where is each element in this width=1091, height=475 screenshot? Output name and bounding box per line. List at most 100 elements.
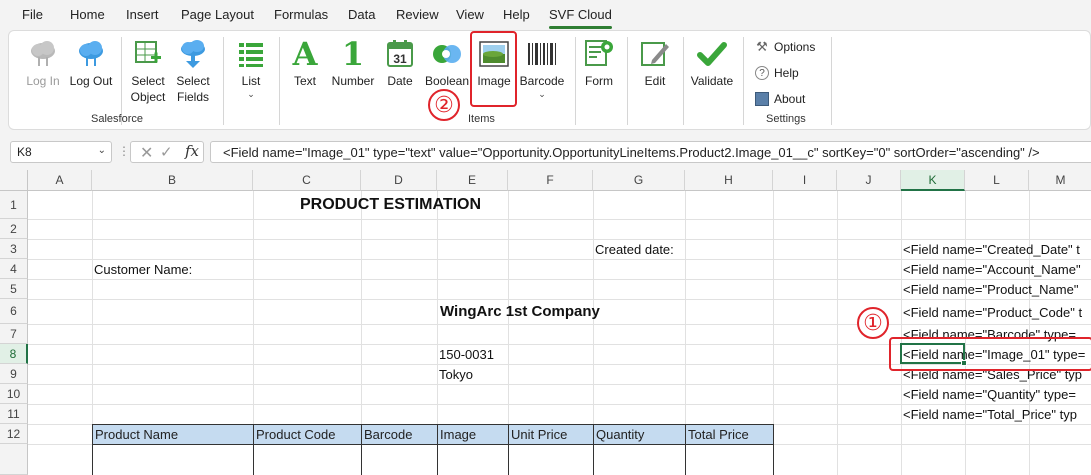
row-header[interactable]: 6 bbox=[0, 299, 28, 324]
column-header[interactable]: M bbox=[1029, 170, 1091, 191]
column-header[interactable]: E bbox=[437, 170, 508, 191]
barcode-button[interactable]: Barcode ⌄ bbox=[517, 31, 567, 111]
row-header[interactable]: 5 bbox=[0, 279, 28, 299]
row-header-selected[interactable]: 8 bbox=[0, 344, 28, 364]
table-cell[interactable] bbox=[593, 445, 686, 475]
menu-insert[interactable]: Insert bbox=[126, 7, 159, 22]
company-name: WingArc 1st Company bbox=[440, 303, 600, 320]
settings-group-label: Settings bbox=[766, 113, 806, 125]
row-header[interactable] bbox=[0, 444, 28, 475]
chevron-down-icon: ⌄ bbox=[97, 145, 106, 156]
menu-formulas[interactable]: Formulas bbox=[274, 7, 328, 22]
menu-help[interactable]: Help bbox=[503, 7, 530, 22]
logout-button[interactable]: Log Out bbox=[67, 31, 115, 111]
menu-view[interactable]: View bbox=[456, 7, 484, 22]
menu-bar: File Home Insert Page Layout Formulas Da… bbox=[0, 0, 1091, 30]
menu-page-layout[interactable]: Page Layout bbox=[181, 7, 254, 22]
text-a-icon: A bbox=[292, 35, 318, 73]
field-cell[interactable]: <Field name="Quantity" type= bbox=[903, 386, 1076, 404]
table-header: Product Code bbox=[253, 424, 362, 445]
column-header-selected[interactable]: K bbox=[901, 170, 965, 191]
column-header[interactable]: D bbox=[361, 170, 437, 191]
checkmark-icon bbox=[695, 37, 729, 71]
table-header: Image bbox=[437, 424, 509, 445]
options-button[interactable]: ⚒ Options bbox=[755, 37, 815, 57]
field-cell[interactable]: <Field name="Account_Name" bbox=[903, 261, 1081, 279]
ribbon: Log In Log Out Select Object Select Fiel… bbox=[8, 30, 1091, 130]
validate-button[interactable]: Validate bbox=[689, 31, 735, 111]
created-date-label: Created date: bbox=[595, 242, 674, 257]
edit-button[interactable]: Edit bbox=[635, 31, 675, 111]
number-button[interactable]: 1 Number bbox=[327, 31, 379, 111]
menu-review[interactable]: Review bbox=[396, 7, 439, 22]
column-header[interactable]: H bbox=[685, 170, 773, 191]
row-header[interactable]: 12 bbox=[0, 424, 28, 444]
barcode-icon bbox=[525, 37, 559, 71]
table-cell[interactable] bbox=[437, 445, 509, 475]
row-header[interactable]: 1 bbox=[0, 191, 28, 219]
customer-name-label: Customer Name: bbox=[94, 262, 193, 277]
menu-home[interactable]: Home bbox=[70, 7, 105, 22]
wrench-icon: ⚒ bbox=[756, 39, 768, 54]
form-button[interactable]: Form bbox=[579, 31, 619, 111]
table-header: Unit Price bbox=[508, 424, 594, 445]
table-cell[interactable] bbox=[92, 445, 254, 475]
menu-svf-cloud[interactable]: SVF Cloud bbox=[549, 7, 612, 22]
select-object-button[interactable]: Select Object bbox=[125, 31, 171, 111]
column-header[interactable]: A bbox=[28, 170, 92, 191]
row-header[interactable]: 9 bbox=[0, 364, 28, 384]
row-header[interactable]: 11 bbox=[0, 404, 28, 424]
menu-file[interactable]: File bbox=[22, 7, 43, 22]
form-gear-icon bbox=[582, 37, 616, 71]
column-header[interactable]: I bbox=[773, 170, 837, 191]
login-button[interactable]: Log In bbox=[23, 31, 63, 111]
field-cell[interactable]: <Field name="Total_Price" typ bbox=[903, 406, 1077, 424]
help-circle-icon: ? bbox=[755, 66, 769, 80]
svg-text:31: 31 bbox=[393, 52, 407, 66]
select-fields-button[interactable]: Select Fields bbox=[171, 31, 215, 111]
help-button[interactable]: ? Help bbox=[755, 63, 799, 83]
row-header[interactable]: 4 bbox=[0, 259, 28, 279]
column-header[interactable]: G bbox=[593, 170, 685, 191]
menu-data[interactable]: Data bbox=[348, 7, 375, 22]
insert-function-icon[interactable]: fx bbox=[185, 142, 199, 160]
column-header[interactable]: C bbox=[253, 170, 361, 191]
chevron-down-icon: ⌄ bbox=[247, 89, 255, 99]
column-header[interactable]: B bbox=[92, 170, 253, 191]
field-cell[interactable]: <Field name="Created_Date" t bbox=[903, 241, 1080, 259]
select-all-corner[interactable] bbox=[0, 170, 28, 191]
row-header[interactable]: 3 bbox=[0, 239, 28, 259]
about-info-icon bbox=[755, 92, 769, 106]
field-cell[interactable]: <Field name="Product_Code" t bbox=[903, 304, 1082, 322]
about-button[interactable]: About bbox=[755, 89, 805, 109]
table-header: Quantity bbox=[593, 424, 686, 445]
formula-input[interactable]: <Field name="Image_01" type="text" value… bbox=[210, 141, 1091, 163]
table-cell[interactable] bbox=[361, 445, 438, 475]
table-cell[interactable] bbox=[253, 445, 362, 475]
field-cell[interactable]: <Field name="Product_Name" bbox=[903, 281, 1078, 299]
name-box[interactable]: K8 ⌄ bbox=[10, 141, 112, 163]
postal-code: 150-0031 bbox=[439, 347, 494, 362]
cloud-login-icon bbox=[26, 37, 60, 71]
row-header[interactable]: 2 bbox=[0, 219, 28, 239]
table-header: Product Name bbox=[92, 424, 254, 445]
confirm-check-icon[interactable]: ✓ bbox=[160, 143, 173, 161]
row-header[interactable]: 10 bbox=[0, 384, 28, 404]
column-header[interactable]: L bbox=[965, 170, 1029, 191]
cloud-download-icon bbox=[176, 37, 210, 71]
text-button[interactable]: A Text bbox=[285, 31, 325, 111]
cancel-icon[interactable]: ✕ bbox=[140, 143, 153, 163]
column-header[interactable]: F bbox=[508, 170, 593, 191]
column-header[interactable]: J bbox=[837, 170, 901, 191]
table-cell[interactable] bbox=[685, 445, 774, 475]
list-button[interactable]: List ⌄ bbox=[231, 31, 271, 111]
spreadsheet-grid: A B C D E F G H I J K L M 1 2 3 4 5 6 7 … bbox=[0, 170, 1091, 475]
row-header[interactable]: 7 bbox=[0, 324, 28, 344]
calendar-icon: 31 bbox=[383, 37, 417, 71]
list-icon bbox=[234, 37, 268, 71]
items-group-label: Items bbox=[468, 113, 495, 125]
date-button[interactable]: 31 Date bbox=[381, 31, 419, 111]
cloud-logout-icon bbox=[74, 37, 108, 71]
highlight-field-cell bbox=[889, 337, 1091, 371]
table-cell[interactable] bbox=[508, 445, 594, 475]
